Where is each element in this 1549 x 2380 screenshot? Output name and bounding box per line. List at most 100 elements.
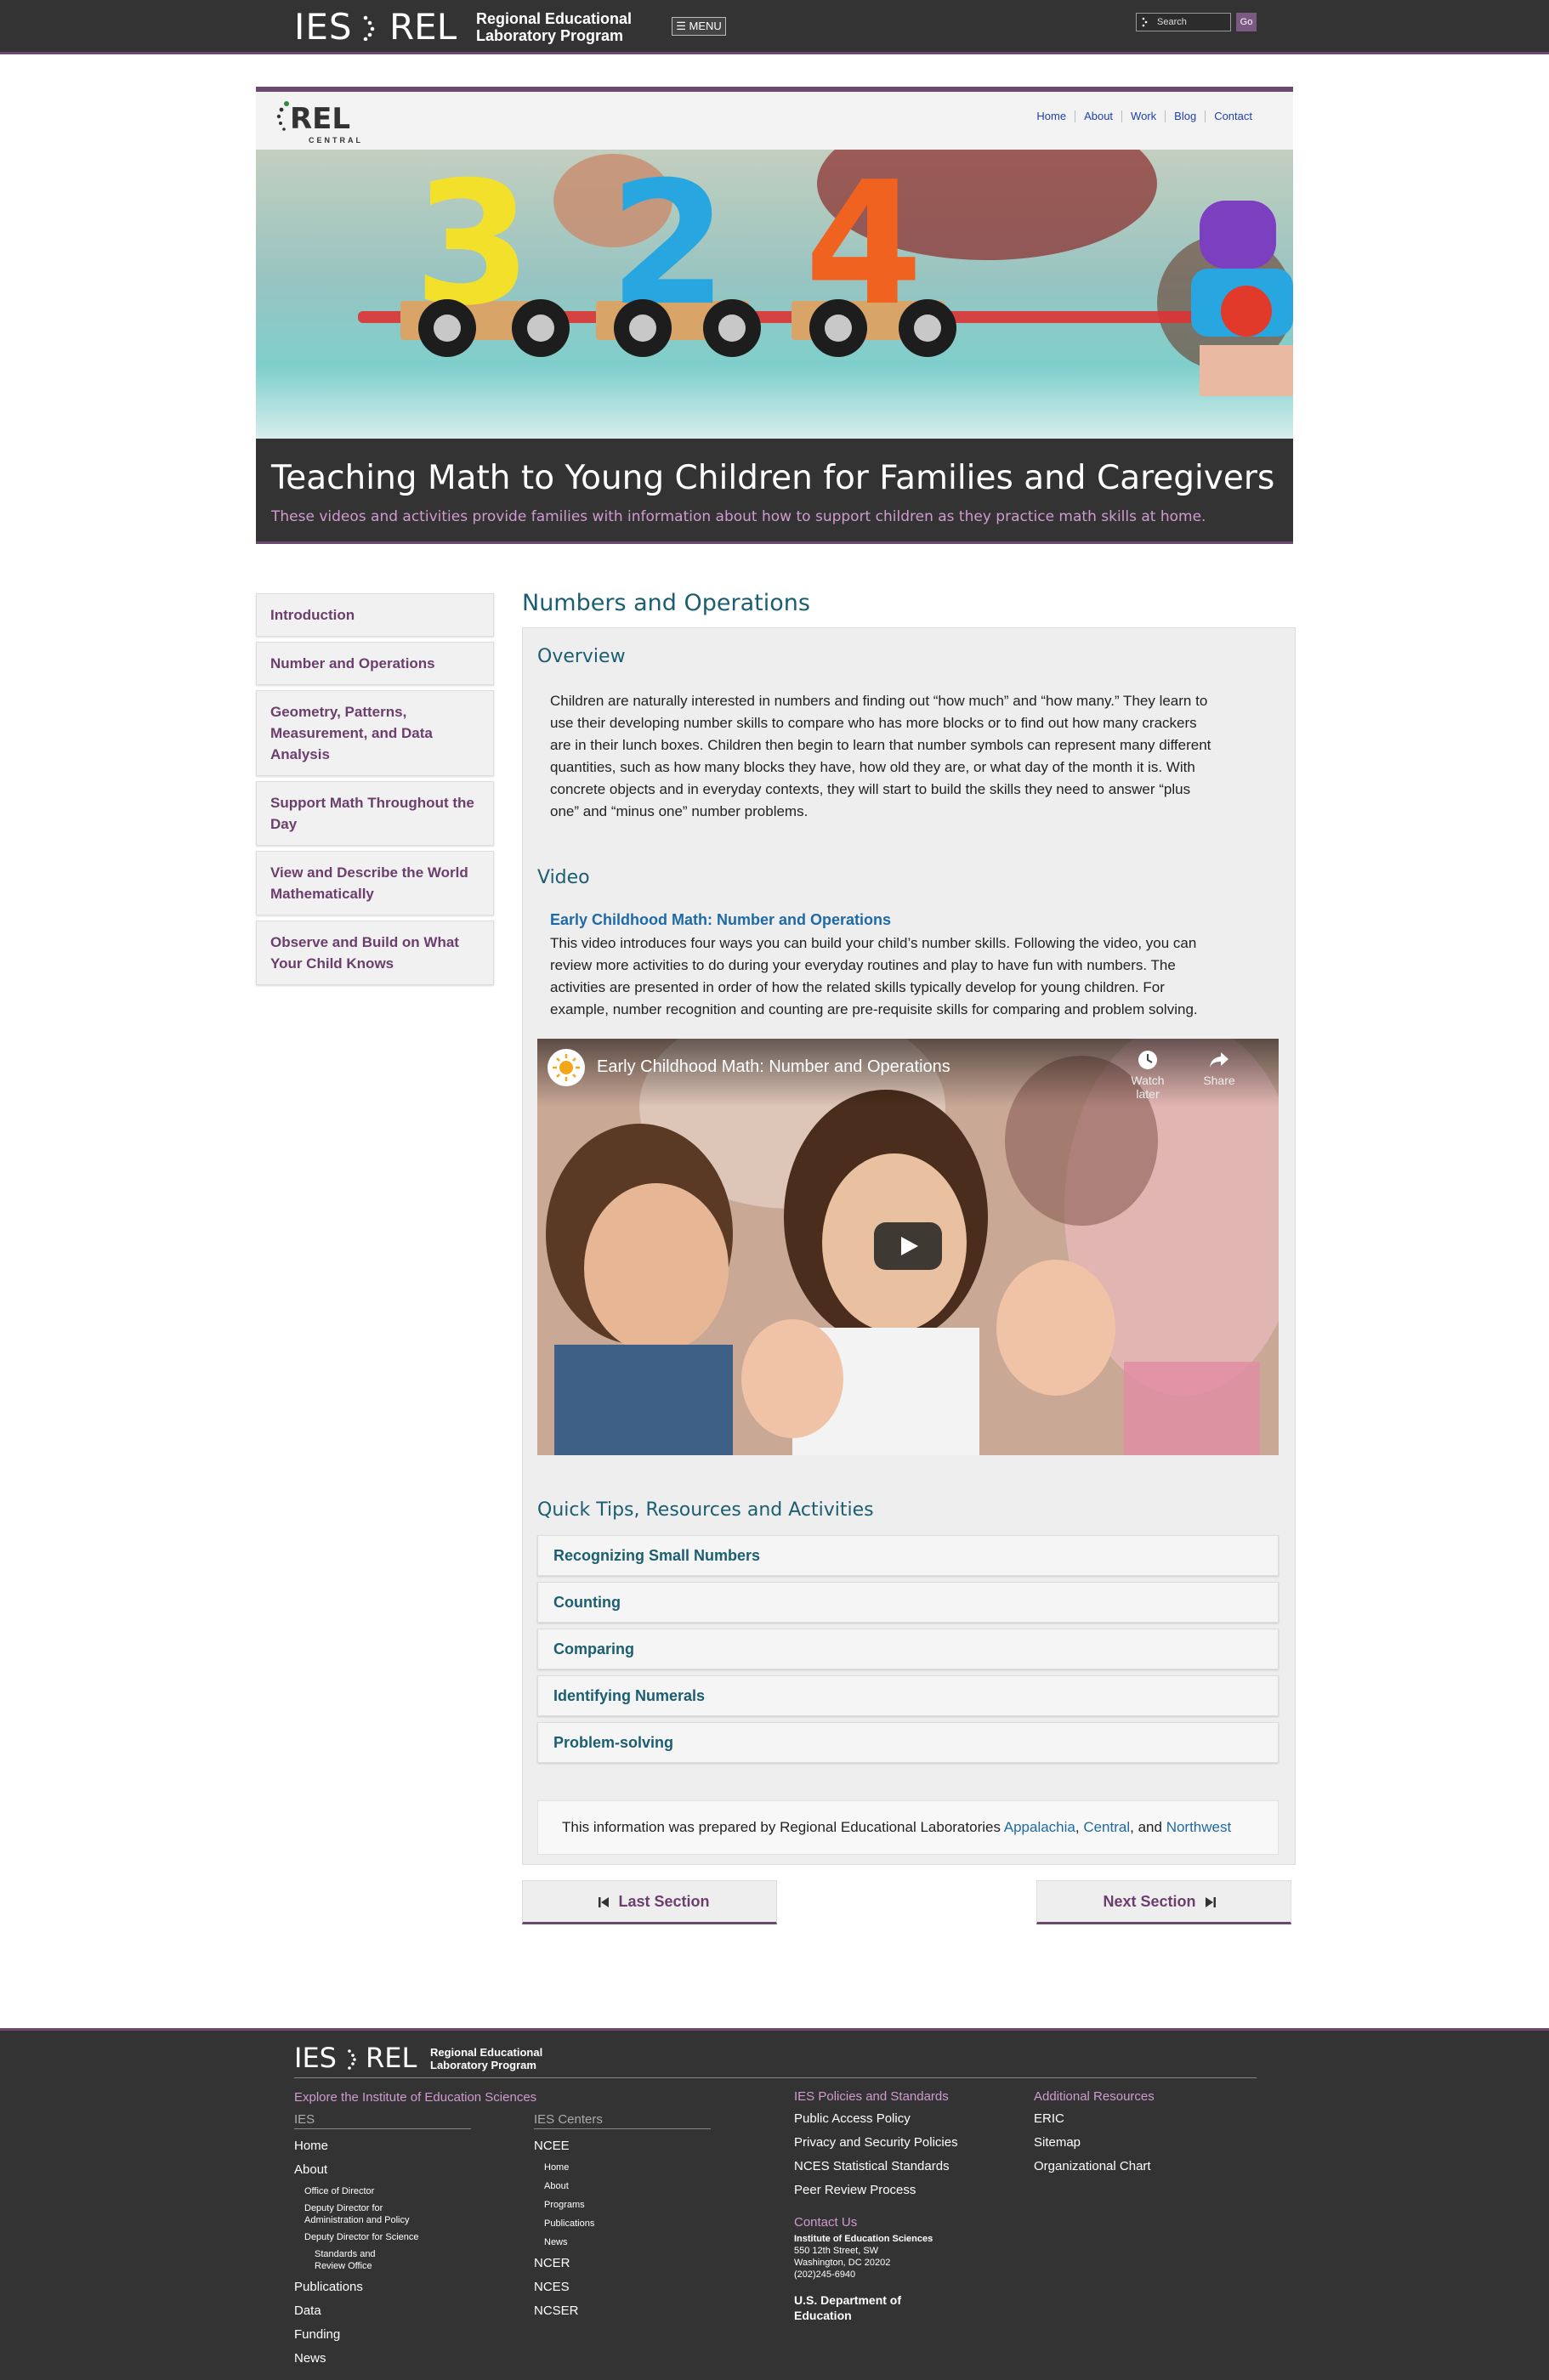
footer-link-publications[interactable]: Publications bbox=[294, 2275, 471, 2299]
footer-link-privacy[interactable]: Privacy and Security Policies bbox=[794, 2131, 958, 2155]
footer-link-about[interactable]: About bbox=[294, 2158, 471, 2182]
footer-col-policies: IES Policies and Standards Public Access… bbox=[794, 2087, 958, 2323]
share-button[interactable]: Share bbox=[1194, 1049, 1245, 1087]
top-bar: IES REL Regional Educational Laboratory … bbox=[0, 0, 1549, 54]
footer-link-ncee-publications[interactable]: Publications bbox=[534, 2214, 711, 2233]
footer-link-nces[interactable]: NCES bbox=[534, 2275, 711, 2299]
sidebar-item-observe-build[interactable]: Observe and Build on What Your Child Kno… bbox=[256, 921, 494, 985]
footer-col-additional: Additional Resources ERIC Sitemap Organi… bbox=[1034, 2087, 1155, 2179]
footer-link-ncee-home[interactable]: Home bbox=[534, 2158, 711, 2177]
last-section-button[interactable]: Last Section bbox=[522, 1880, 777, 1924]
footer-link-ncser[interactable]: NCSER bbox=[534, 2299, 711, 2323]
footer-ed-logo[interactable]: U.S. Department of Education bbox=[794, 2292, 958, 2323]
footer-link-funding[interactable]: Funding bbox=[294, 2323, 471, 2347]
video-player[interactable]: Early Childhood Math: Number and Operati… bbox=[537, 1039, 1279, 1455]
menu-button[interactable]: ☰ MENU bbox=[672, 17, 726, 36]
watch-later-button[interactable]: Watch later bbox=[1121, 1049, 1175, 1101]
rel-central-logo[interactable]: REL CENTRAL bbox=[275, 100, 360, 151]
skip-back-icon bbox=[599, 1897, 610, 1908]
site-header: REL CENTRAL Home About Work Blog Contact bbox=[256, 87, 1293, 150]
accordion-counting[interactable]: Counting bbox=[537, 1582, 1279, 1623]
accordion-problem-solving[interactable]: Problem-solving bbox=[537, 1722, 1279, 1763]
play-icon bbox=[901, 1237, 918, 1255]
overview-text: Children are naturally interested in num… bbox=[550, 693, 1211, 819]
video-description: This video introduces four ways you can … bbox=[550, 935, 1198, 1017]
sidebar-item-introduction[interactable]: Introduction bbox=[256, 593, 494, 637]
footer-address-1: 550 12th Street, SW bbox=[794, 2246, 879, 2256]
sidebar-item-support-math[interactable]: Support Math Throughout the Day bbox=[256, 781, 494, 846]
accordion-identifying-numerals[interactable]: Identifying Numerals bbox=[537, 1675, 1279, 1716]
hero-caption: Teaching Math to Young Children for Fami… bbox=[256, 439, 1293, 544]
footer-link-ncer[interactable]: NCER bbox=[534, 2252, 711, 2275]
site-nav: Home About Work Blog Contact bbox=[1028, 110, 1261, 122]
nav-home[interactable]: Home bbox=[1028, 110, 1075, 122]
footer-link-office-director[interactable]: Office of Director bbox=[294, 2185, 471, 2197]
footer-col-centers: IES Centers NCEE Home About Programs Pub… bbox=[534, 2112, 711, 2323]
play-button[interactable] bbox=[874, 1222, 942, 1270]
footer-program-name: Regional Educational Laboratory Program bbox=[430, 2046, 543, 2071]
channel-avatar[interactable] bbox=[548, 1049, 585, 1086]
nav-contact[interactable]: Contact bbox=[1205, 110, 1261, 122]
footer-link-ncee-about[interactable]: About bbox=[534, 2177, 711, 2196]
footer-link-ncee-programs[interactable]: Programs bbox=[534, 2196, 711, 2214]
footer-link-sitemap[interactable]: Sitemap bbox=[1034, 2131, 1155, 2155]
sidebar-item-geometry[interactable]: Geometry, Patterns, Measurement, and Dat… bbox=[256, 690, 494, 776]
nav-blog[interactable]: Blog bbox=[1165, 110, 1205, 122]
link-appalachia[interactable]: Appalachia bbox=[1004, 1819, 1075, 1835]
footer-link-ncee-news[interactable]: News bbox=[534, 2233, 711, 2252]
footer-col-ies: IES Home About Office of Director Deputy… bbox=[294, 2112, 471, 2371]
footer-org-name: Institute of Education Sciences bbox=[794, 2234, 933, 2244]
search-icon bbox=[1142, 17, 1148, 27]
footer-divider bbox=[294, 2077, 1257, 2078]
footer-contact-heading: Contact Us bbox=[794, 2215, 858, 2230]
site-footer: IES REL Regional Educational Laboratory … bbox=[0, 2028, 1549, 2380]
footer-link-peer-review[interactable]: Peer Review Process bbox=[794, 2179, 958, 2202]
link-central[interactable]: Central bbox=[1083, 1819, 1130, 1835]
page-subtitle: These videos and activities provide fami… bbox=[271, 508, 1206, 525]
footer-link-org-chart[interactable]: Organizational Chart bbox=[1034, 2155, 1155, 2179]
accordion-comparing[interactable]: Comparing bbox=[537, 1629, 1279, 1669]
search-go-button[interactable]: Go bbox=[1236, 13, 1257, 31]
footer-rel-logo[interactable]: REL bbox=[366, 2041, 417, 2075]
footer-link-eric[interactable]: ERIC bbox=[1034, 2107, 1155, 2131]
footer-additional-heading: Additional Resources bbox=[1034, 2089, 1155, 2104]
footer-link-nces-standards[interactable]: NCES Statistical Standards bbox=[794, 2155, 958, 2179]
sidebar-item-number-operations[interactable]: Number and Operations bbox=[256, 642, 494, 685]
footer-link-news[interactable]: News bbox=[294, 2347, 471, 2371]
footer-link-deputy-admin[interactable]: Deputy Director for Administration and P… bbox=[294, 2202, 471, 2226]
number-train-illustration: 3 2 4 bbox=[256, 150, 1293, 439]
nav-about[interactable]: About bbox=[1075, 110, 1121, 122]
footer-ies-logo[interactable]: IES bbox=[294, 2041, 337, 2075]
footer-address-2: Washington, DC 20202 bbox=[794, 2258, 891, 2268]
footer-link-standards-review[interactable]: Standards and Review Office bbox=[294, 2248, 471, 2272]
page-title: Teaching Math to Young Children for Fami… bbox=[271, 459, 1275, 497]
footer-link-ncee[interactable]: NCEE bbox=[534, 2134, 711, 2158]
footer-logo-dots-icon bbox=[348, 2049, 356, 2070]
skip-forward-icon bbox=[1205, 1897, 1216, 1908]
accordion-recognizing-small-numbers[interactable]: Recognizing Small Numbers bbox=[537, 1535, 1279, 1576]
video-player-title[interactable]: Early Childhood Math: Number and Operati… bbox=[597, 1057, 950, 1077]
logo-text: REL bbox=[290, 102, 351, 136]
link-northwest[interactable]: Northwest bbox=[1166, 1819, 1232, 1835]
footer-link-deputy-science[interactable]: Deputy Director for Science bbox=[294, 2231, 471, 2243]
section-sidebar: Introduction Number and Operations Geome… bbox=[256, 593, 494, 990]
ies-logo-text[interactable]: IES bbox=[294, 5, 353, 49]
footer-link-home[interactable]: Home bbox=[294, 2134, 471, 2158]
tips-heading: Quick Tips, Resources and Activities bbox=[537, 1499, 874, 1521]
footer-col-heading: IES bbox=[294, 2112, 471, 2129]
share-icon bbox=[1210, 1052, 1228, 1068]
sidebar-item-view-describe[interactable]: View and Describe the World Mathematical… bbox=[256, 851, 494, 915]
video-title-link[interactable]: Early Childhood Math: Number and Operati… bbox=[550, 911, 891, 929]
footer-explore-heading: Explore the Institute of Education Scien… bbox=[294, 2090, 537, 2105]
video-heading: Video bbox=[537, 867, 590, 888]
footer-link-data[interactable]: Data bbox=[294, 2299, 471, 2323]
logo-dots-icon bbox=[363, 15, 375, 41]
nav-work[interactable]: Work bbox=[1121, 110, 1165, 122]
next-section-button[interactable]: Next Section bbox=[1036, 1880, 1291, 1924]
prepared-by-note: This information was prepared by Regiona… bbox=[537, 1800, 1279, 1855]
rel-logo-text[interactable]: REL bbox=[389, 5, 457, 49]
footer-policies-heading: IES Policies and Standards bbox=[794, 2089, 949, 2104]
logo-subtext: CENTRAL bbox=[309, 136, 363, 144]
footer-phone[interactable]: (202)245-6940 bbox=[794, 2269, 958, 2281]
footer-link-public-access[interactable]: Public Access Policy bbox=[794, 2107, 958, 2131]
